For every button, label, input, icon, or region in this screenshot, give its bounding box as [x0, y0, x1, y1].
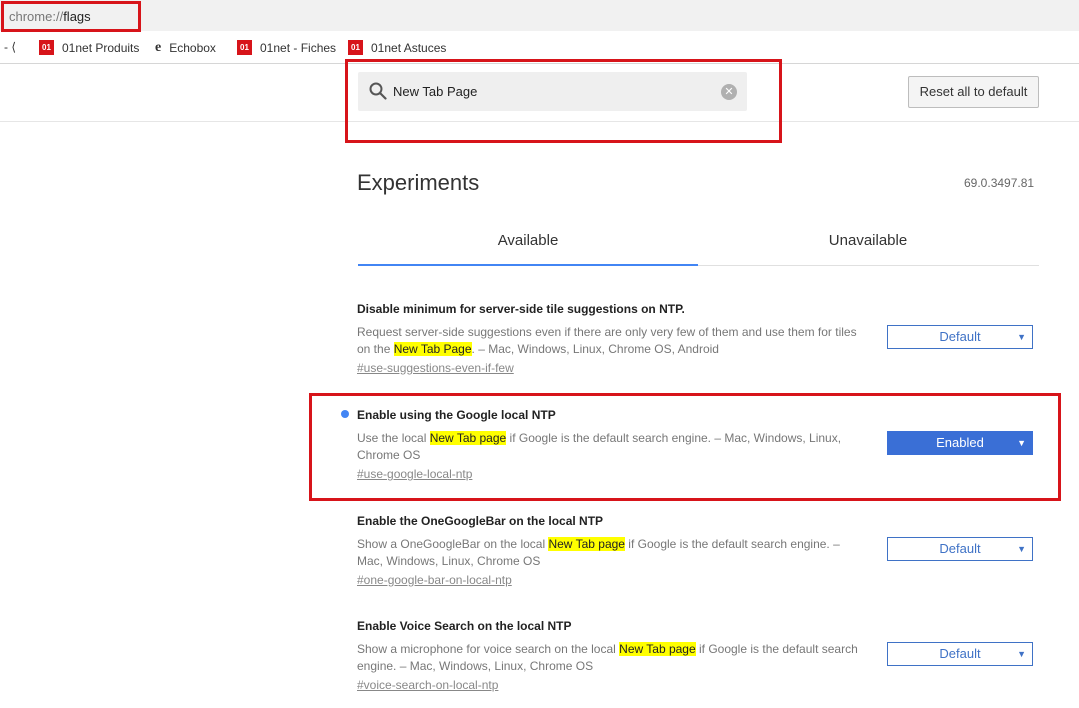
address-bar[interactable]: chrome://flags [0, 0, 1079, 31]
bookmark-label: i - ⟨ [0, 40, 17, 54]
annotation-box-search [345, 59, 782, 143]
bookmark-01net-astuces[interactable]: 01 01net Astuces [348, 40, 446, 55]
version-label: 69.0.3497.81 [964, 176, 1035, 190]
tab-unavailable[interactable]: Unavailable [698, 232, 1038, 249]
experiment-description: Request server-side suggestions even if … [357, 324, 867, 358]
experiment-name: Enable Voice Search on the local NTP [357, 619, 572, 633]
bookmark-label: 01net Produits [62, 40, 140, 55]
experiment-state-select[interactable]: Default ▼ [887, 325, 1033, 349]
reset-all-button[interactable]: Reset all to default [908, 76, 1039, 108]
bookmark-label: Echobox [169, 41, 216, 55]
experiment-state-select[interactable]: Default ▼ [887, 537, 1033, 561]
bookmark-01net-fiches[interactable]: 01 01net - Fiches [237, 40, 336, 55]
select-value: Default [939, 329, 981, 344]
experiment-item: Enable Voice Search on the local NTP Sho… [357, 619, 877, 692]
annotation-box-experiment [309, 393, 1061, 501]
experiment-link[interactable]: #voice-search-on-local-ntp [357, 678, 877, 692]
page-title: Experiments [357, 170, 480, 195]
experiment-item: Disable minimum for server-side tile sug… [357, 302, 877, 375]
search-highlight: New Tab Page [393, 342, 472, 356]
description-text: . – Mac, Windows, Linux, Chrome OS, Andr… [471, 342, 719, 356]
experiment-link[interactable]: #one-google-bar-on-local-ntp [357, 573, 877, 587]
bookmark-01net-produits[interactable]: 01 01net Produits [39, 40, 139, 55]
dropdown-arrow-icon: ▼ [1017, 544, 1026, 554]
tab-available[interactable]: Available [358, 232, 698, 249]
description-text: Show a OneGoogleBar on the local [357, 537, 549, 551]
experiment-item: Enable the OneGoogleBar on the local NTP… [357, 514, 877, 587]
01net-icon: 01 [39, 40, 54, 55]
experiment-state-select[interactable]: Default ▼ [887, 642, 1033, 666]
bookmark-partial[interactable]: i - ⟨ [0, 40, 16, 54]
bookmark-label: 01net Astuces [371, 40, 447, 55]
active-tab-indicator [358, 264, 698, 266]
experiment-description: Show a microphone for voice search on th… [357, 641, 867, 675]
echobox-icon: e [155, 40, 162, 55]
dropdown-arrow-icon: ▼ [1017, 649, 1026, 659]
description-text: Show a microphone for voice search on th… [357, 642, 620, 656]
experiment-link[interactable]: #use-suggestions-even-if-few [357, 361, 877, 375]
bookmark-echobox[interactable]: e Echobox [155, 40, 216, 56]
annotation-box-url [1, 1, 141, 32]
01net-icon: 01 [348, 40, 363, 55]
select-value: Default [939, 541, 981, 556]
experiment-name: Disable minimum for server-side tile sug… [357, 302, 685, 316]
bookmark-label: 01net - Fiches [260, 40, 337, 55]
search-highlight: New Tab page [548, 537, 625, 551]
experiment-name: Enable the OneGoogleBar on the local NTP [357, 514, 604, 528]
search-highlight: New Tab page [619, 642, 696, 656]
experiment-description: Show a OneGoogleBar on the local New Tab… [357, 536, 867, 570]
dropdown-arrow-icon: ▼ [1017, 332, 1026, 342]
01net-icon: 01 [237, 40, 252, 55]
select-value: Default [939, 646, 981, 661]
